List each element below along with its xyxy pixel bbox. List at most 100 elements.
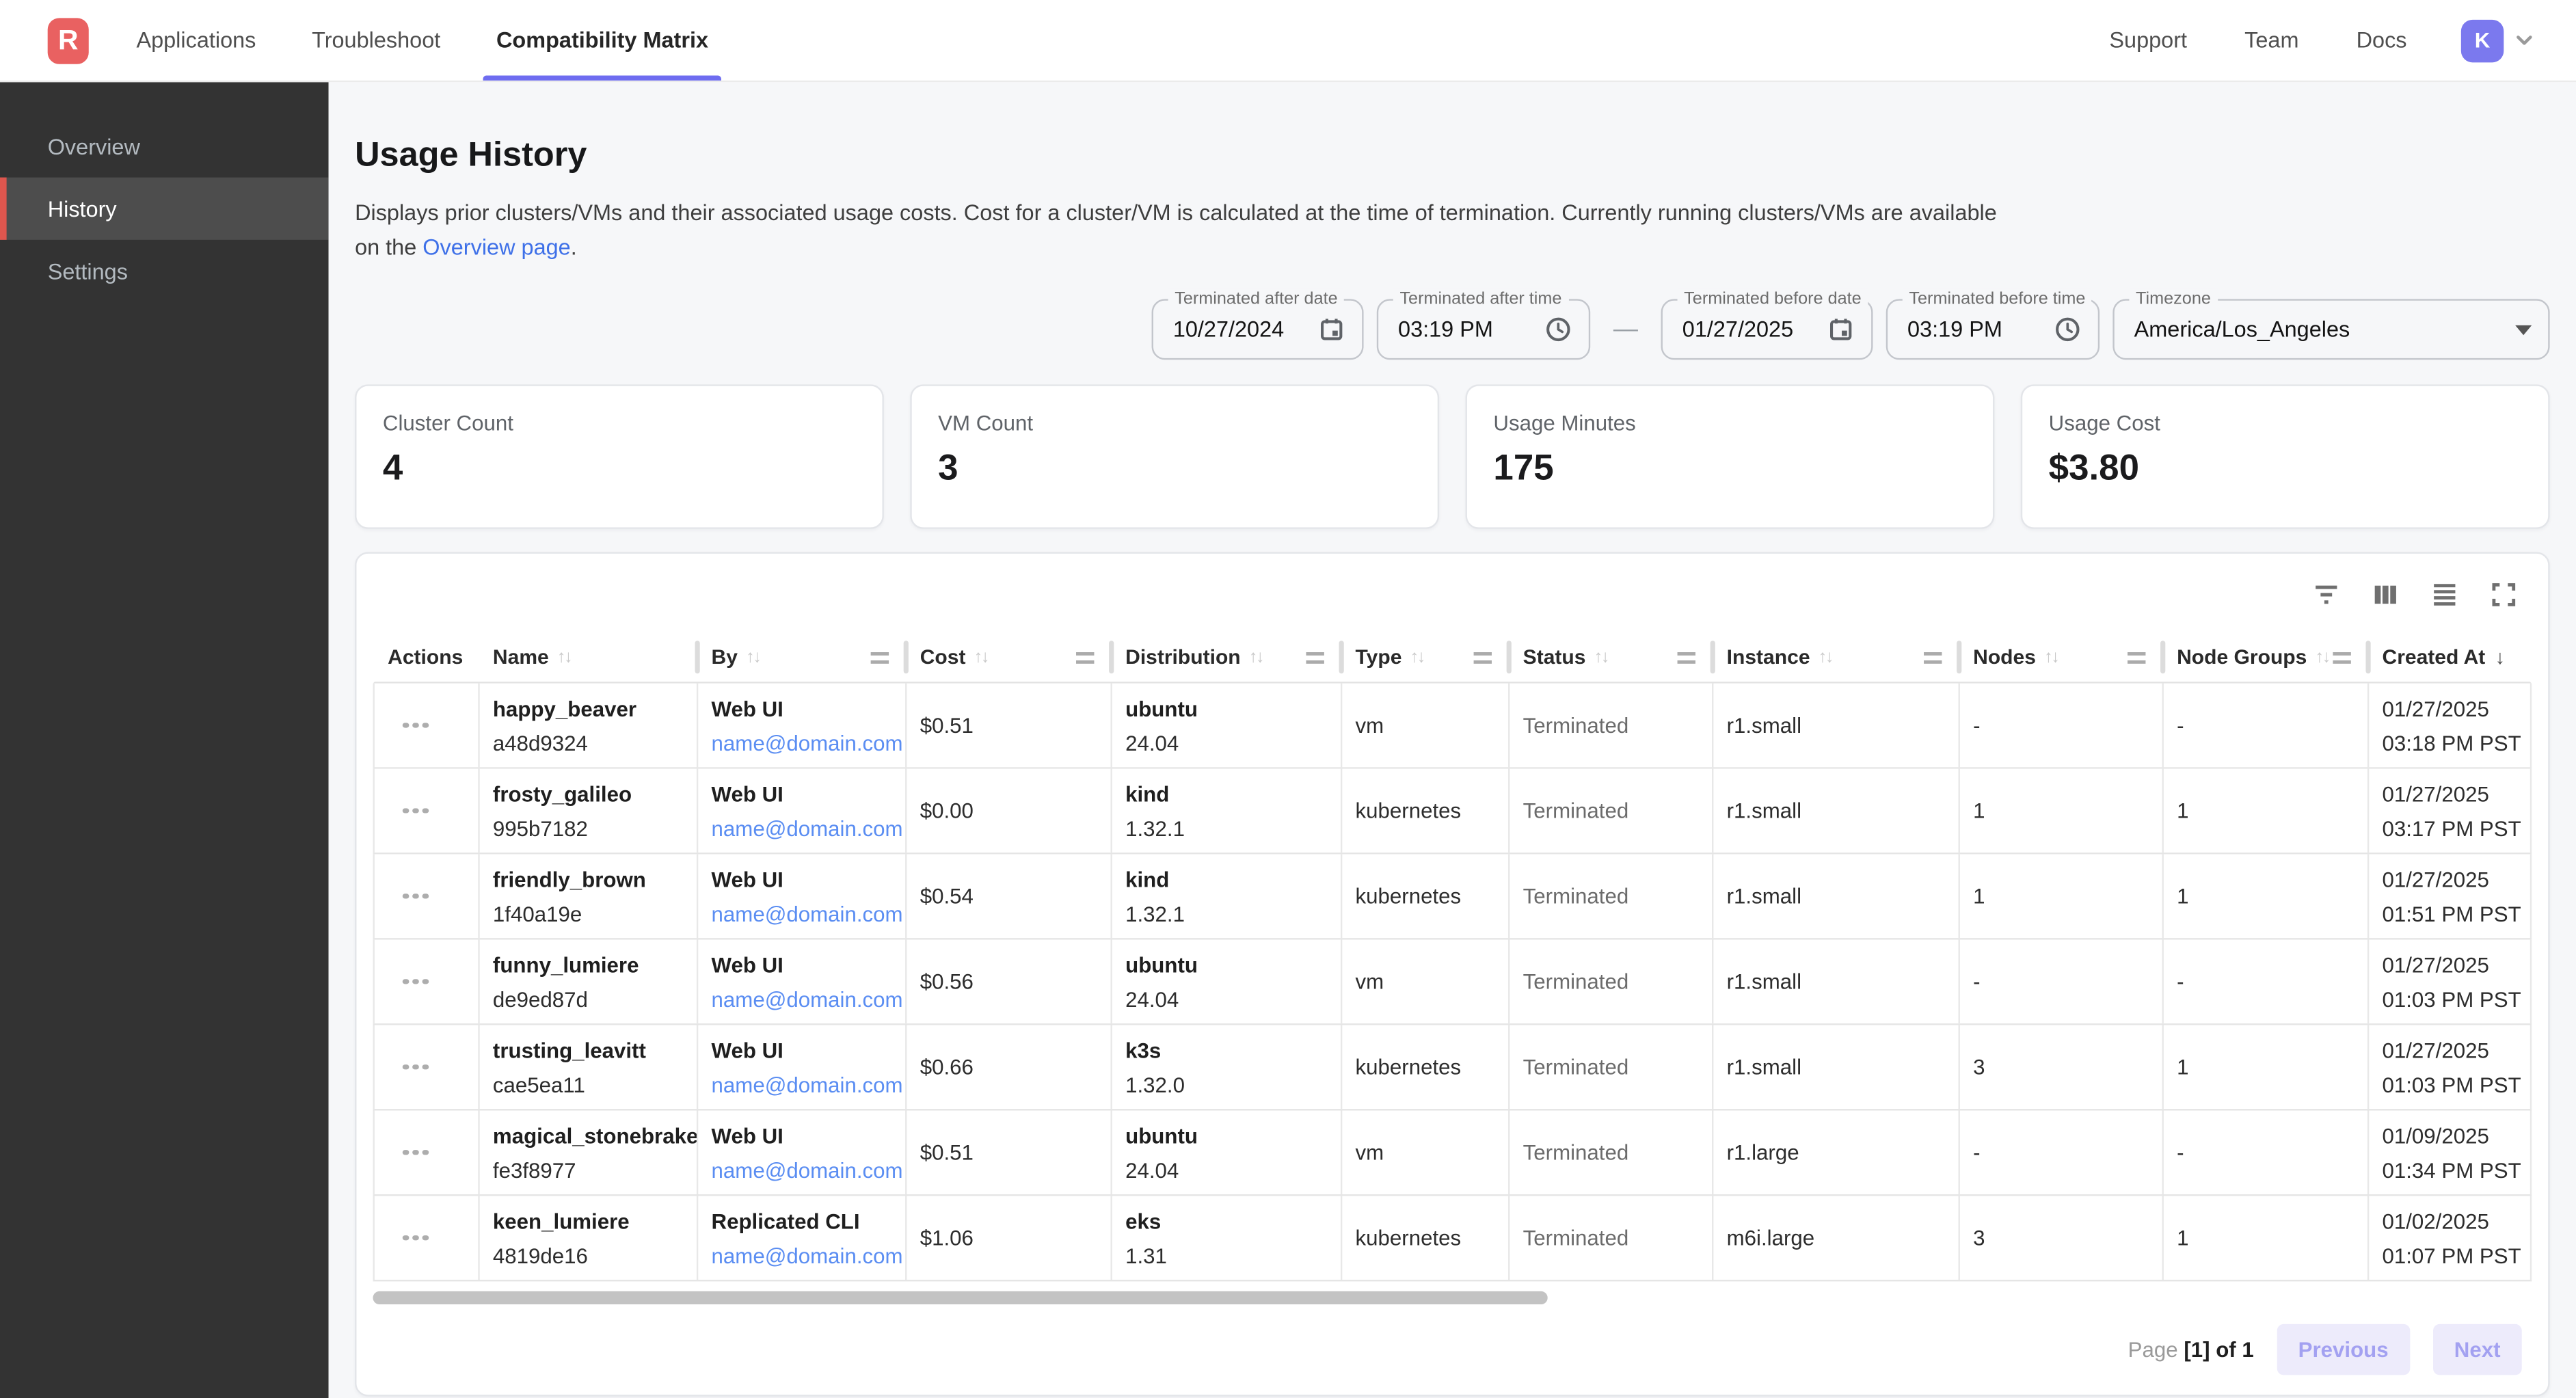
email-link[interactable]: name@domain.com	[712, 1241, 892, 1269]
email-link[interactable]: name@domain.com	[712, 814, 892, 842]
row-actions-button[interactable]	[399, 801, 431, 820]
column-menu-icon[interactable]	[1306, 651, 1324, 663]
dot	[403, 1150, 408, 1155]
column-header-cost[interactable]: Cost↑↓	[907, 632, 1112, 682]
terminated-after-date-field[interactable]: Terminated after date 10/27/2024	[1152, 299, 1364, 360]
stat-value: $3.80	[2049, 447, 2522, 489]
cell-created-at: 01/27/202501:51 PM PST	[2369, 855, 2530, 939]
column-menu-icon[interactable]	[2333, 651, 2350, 663]
sort-icon[interactable]: ↑↓	[1410, 647, 1423, 667]
cluster-id: 995b7182	[493, 814, 684, 842]
row-actions-button[interactable]	[399, 1228, 431, 1248]
sidebar-item-settings[interactable]: Settings	[0, 240, 329, 302]
sort-desc-icon[interactable]: ↓	[2495, 645, 2505, 669]
next-page-button[interactable]: Next	[2433, 1324, 2522, 1375]
created-date: 01/27/2025	[2382, 694, 2517, 722]
column-header-node-groups[interactable]: Node Groups↑↓	[2164, 632, 2369, 682]
field-label: Terminated after date	[1168, 289, 1345, 309]
cell-status: Terminated	[1510, 1110, 1713, 1194]
calendar-icon[interactable]	[1827, 315, 1855, 343]
column-label: Name	[493, 645, 549, 669]
nav-item-applications[interactable]: Applications	[123, 0, 269, 81]
row-actions-button[interactable]	[399, 716, 431, 735]
column-menu-icon[interactable]	[1474, 651, 1492, 663]
email-link[interactable]: name@domain.com	[712, 985, 892, 1013]
column-menu-icon[interactable]	[1076, 651, 1094, 663]
sidebar-item-overview[interactable]: Overview	[0, 115, 329, 177]
instance-value: r1.small	[1727, 1053, 1946, 1081]
column-header-created-at[interactable]: Created At↓	[2369, 632, 2530, 682]
sort-icon[interactable]: ↑↓	[557, 647, 571, 667]
sort-icon[interactable]: ↑↓	[2315, 647, 2329, 667]
terminated-before-date-field[interactable]: Terminated before date 01/27/2025	[1661, 299, 1873, 360]
row-actions-button[interactable]	[399, 1058, 431, 1077]
cell-by: Web UIname@domain.com	[698, 855, 907, 939]
table-row-keen-lumiere: keen_lumiere4819de16Replicated CLIname@d…	[373, 1196, 2532, 1281]
column-header-by[interactable]: By↑↓	[698, 632, 907, 682]
date-range-separator: —	[1603, 315, 1648, 343]
terminated-before-time-field[interactable]: Terminated before time 03:19 PM	[1886, 299, 2099, 360]
page-label: Page	[2128, 1337, 2178, 1362]
column-header-instance[interactable]: Instance↑↓	[1713, 632, 1959, 682]
scrollbar-thumb[interactable]	[373, 1291, 1548, 1304]
cell-type: vm	[1342, 1110, 1510, 1194]
column-header-name[interactable]: Name ↑↓	[480, 632, 699, 682]
column-header-distribution[interactable]: Distribution↑↓	[1112, 632, 1342, 682]
account-menu[interactable]: K	[2461, 19, 2537, 62]
sort-icon[interactable]: ↑↓	[1594, 647, 1607, 667]
column-header-type[interactable]: Type↑↓	[1342, 632, 1510, 682]
dot	[422, 893, 428, 899]
node-groups-value: 1	[2177, 1224, 2354, 1252]
row-actions-button[interactable]	[399, 887, 431, 906]
sort-icon[interactable]: ↑↓	[974, 647, 988, 667]
nav-item-troubleshoot[interactable]: Troubleshoot	[299, 0, 454, 81]
columns-icon[interactable]	[2371, 580, 2400, 609]
status-badge: Terminated	[1523, 712, 1699, 740]
dot	[412, 1064, 418, 1070]
column-menu-icon[interactable]	[1924, 651, 1942, 663]
avatar[interactable]: K	[2461, 19, 2504, 62]
fullscreen-icon[interactable]	[2489, 580, 2519, 609]
terminated-after-time-field[interactable]: Terminated after time 03:19 PM	[1377, 299, 1590, 360]
nav-item-compatibility-matrix[interactable]: Compatibility Matrix	[483, 0, 721, 81]
cell-instance: r1.small	[1713, 684, 1959, 768]
dot	[403, 1064, 408, 1070]
sort-icon[interactable]: ↑↓	[1249, 647, 1263, 667]
column-menu-icon[interactable]	[2128, 651, 2145, 663]
cell-instance: r1.small	[1713, 855, 1959, 939]
distribution-version: 24.04	[1125, 985, 1328, 1013]
node-groups-value: -	[2177, 712, 2354, 740]
clock-icon[interactable]	[2054, 315, 2082, 343]
timezone-select[interactable]: Timezone America/Los_Angeles	[2112, 299, 2549, 360]
column-menu-icon[interactable]	[871, 651, 889, 663]
email-link[interactable]: name@domain.com	[712, 729, 892, 757]
density-icon[interactable]	[2430, 580, 2459, 609]
sort-icon[interactable]: ↑↓	[746, 647, 760, 667]
email-link[interactable]: name@domain.com	[712, 1071, 892, 1099]
cell-distribution: ubuntu24.04	[1112, 684, 1342, 768]
cell-status: Terminated	[1510, 1196, 1713, 1280]
nav-link-support[interactable]: Support	[2109, 28, 2187, 53]
sort-icon[interactable]: ↑↓	[2044, 647, 2058, 667]
filter-icon[interactable]	[2311, 580, 2341, 609]
column-menu-icon[interactable]	[1678, 651, 1695, 663]
sidebar-item-history[interactable]: History	[0, 178, 329, 240]
nav-link-team[interactable]: Team	[2244, 28, 2298, 53]
row-actions-button[interactable]	[399, 1143, 431, 1162]
sort-icon[interactable]: ↑↓	[1819, 647, 1832, 667]
dot	[422, 1150, 428, 1155]
calendar-icon[interactable]	[1317, 315, 1345, 343]
overview-page-link[interactable]: Overview page	[422, 235, 570, 260]
cell-name: trusting_leavittcae5ea11	[480, 1025, 699, 1110]
previous-page-button[interactable]: Previous	[2277, 1324, 2409, 1375]
nav-link-docs[interactable]: Docs	[2357, 28, 2407, 53]
email-link[interactable]: name@domain.com	[712, 900, 892, 928]
distribution-name: kind	[1125, 865, 1328, 893]
column-header-status[interactable]: Status↑↓	[1510, 632, 1713, 682]
replicated-logo[interactable]: R	[48, 17, 89, 63]
cost-value: $0.51	[920, 1138, 1098, 1166]
clock-icon[interactable]	[1544, 315, 1572, 343]
email-link[interactable]: name@domain.com	[712, 1156, 892, 1184]
row-actions-button[interactable]	[399, 972, 431, 991]
column-header-nodes[interactable]: Nodes↑↓	[1960, 632, 2164, 682]
